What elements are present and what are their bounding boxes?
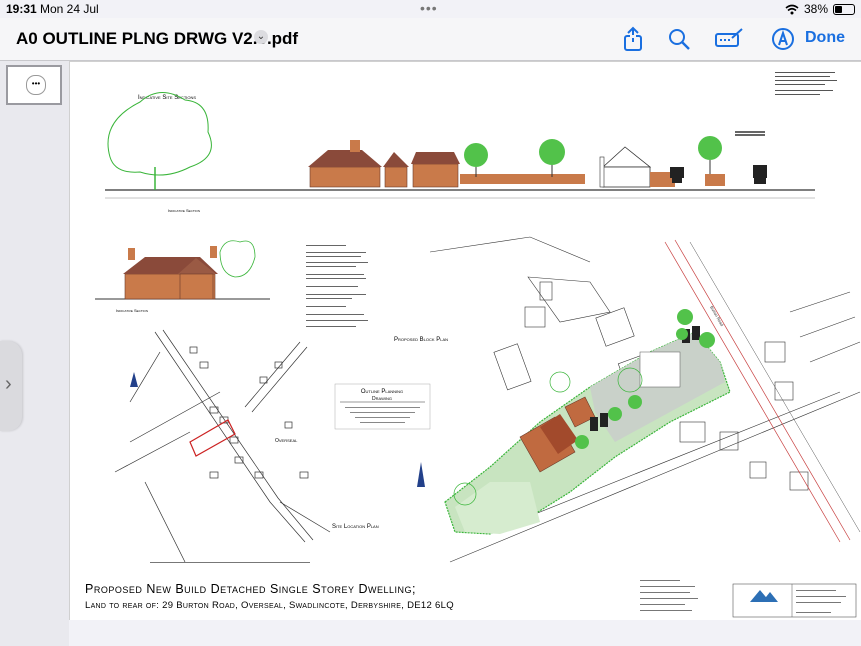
status-time: 19:31 [6, 2, 37, 16]
battery-fill [835, 5, 842, 13]
done-button[interactable]: Done [805, 29, 845, 47]
toolbar: A0 OUTLINE PLNG DRWG V2.0.pdf ⌄ Done [0, 18, 861, 61]
pdf-page[interactable]: Indicative Site Sections Indicative Sect… [69, 61, 861, 621]
architectural-drawing: Indicative Site Sections Indicative Sect… [95, 72, 861, 618]
battery-percent: 38% [803, 2, 828, 16]
label-drawing: Drawing [372, 396, 392, 402]
notes-column [306, 245, 368, 327]
label-indicative-section-1: Indicative Section [168, 208, 200, 213]
small-caption [150, 562, 310, 563]
thumbnail-sidebar: ••• › [0, 61, 69, 646]
chevron-right-icon: › [5, 373, 12, 395]
drawing-sub-title: Land to rear of: 29 Burton Road, Oversea… [85, 600, 454, 611]
label-proposed-block-plan: Proposed Block Plan [394, 337, 448, 343]
north-arrow-icon [130, 372, 138, 387]
markup-icon[interactable] [714, 26, 744, 52]
label-burton-road: Burton Road [709, 305, 725, 327]
page-thumbnail[interactable]: ••• [6, 65, 62, 105]
sidebar-toggle-handle[interactable]: › [0, 341, 22, 431]
north-arrow-icon-2 [417, 462, 425, 487]
thumbnail-more-icon[interactable]: ••• [26, 75, 46, 95]
search-icon[interactable] [666, 26, 692, 52]
status-bar: 19:31 Mon 24 Jul ••• 38% [0, 0, 861, 18]
wifi-icon [785, 4, 799, 14]
proposed-block-plan: Burton Road [429, 236, 861, 563]
battery-icon [833, 3, 855, 15]
label-indicative-section-2: Indicative Section [116, 308, 148, 313]
notes-block-top [775, 72, 837, 95]
status-date: Mon 24 Jul [40, 2, 99, 16]
site-sections: Indicative Site Sections Indicative Sect… [105, 92, 815, 213]
share-icon[interactable] [620, 26, 646, 52]
annotate-icon[interactable] [770, 26, 796, 52]
page-background [69, 620, 861, 646]
indicative-section-elevation: Indicative Section [95, 240, 270, 313]
title-block [640, 580, 857, 618]
status-right: 38% [785, 2, 855, 16]
chevron-down-icon[interactable]: ⌄ [254, 30, 268, 44]
outline-planning-box: Outline Planning Drawing [334, 383, 431, 430]
site-location-plan [114, 329, 331, 563]
drawing-main-title: Proposed New Build Detached Single Store… [85, 582, 416, 596]
label-outline-planning: Outline Planning [361, 389, 403, 395]
multitasking-dots-icon[interactable]: ••• [420, 0, 438, 16]
label-site-location-plan: Site Location Plan [332, 524, 379, 530]
label-overseal: Overseal [275, 438, 298, 444]
